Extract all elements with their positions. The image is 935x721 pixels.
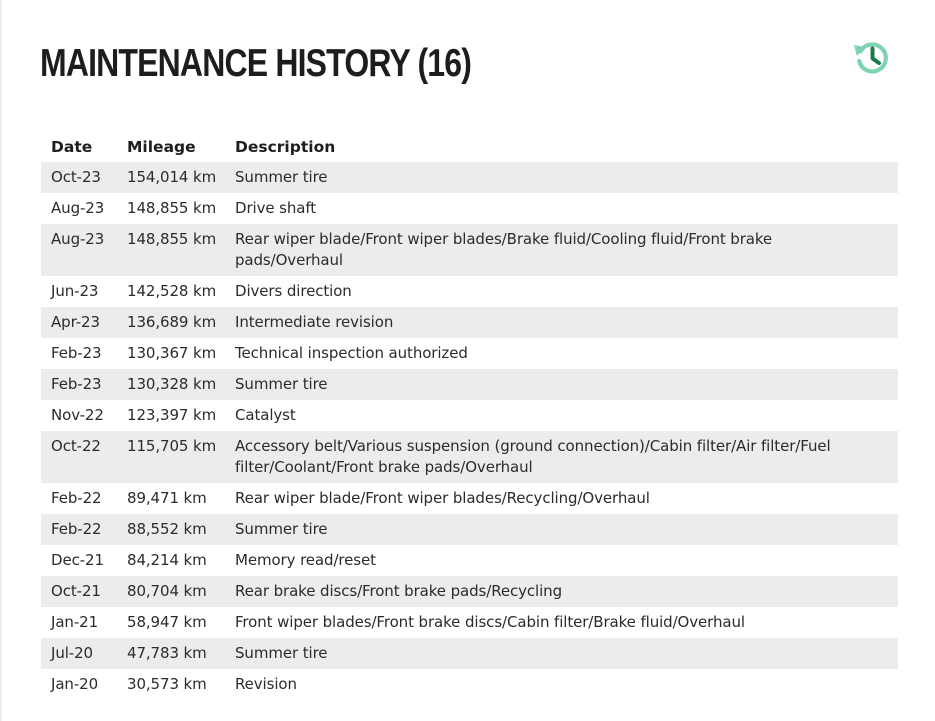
cell-date: Feb-23 bbox=[41, 338, 117, 369]
table-row: Jan-20 30,573 km Revision bbox=[41, 669, 898, 700]
cell-mileage: 148,855 km bbox=[117, 224, 225, 276]
table-row: Aug-23 148,855 km Drive shaft bbox=[41, 193, 898, 224]
cell-date: Feb-22 bbox=[41, 514, 117, 545]
cell-description: Rear wiper blade/Front wiper blades/Brak… bbox=[225, 224, 898, 276]
column-header-mileage: Mileage bbox=[127, 137, 196, 156]
cell-mileage: 30,573 km bbox=[117, 669, 225, 700]
cell-date: Dec-21 bbox=[41, 545, 117, 576]
table-row: Nov-22 123,397 km Catalyst bbox=[41, 400, 898, 431]
table-row: Feb-22 88,552 km Summer tire bbox=[41, 514, 898, 545]
cell-description: Rear wiper blade/Front wiper blades/Recy… bbox=[225, 483, 898, 514]
table-row: Feb-23 130,328 km Summer tire bbox=[41, 369, 898, 400]
cell-date: Feb-22 bbox=[41, 483, 117, 514]
cell-mileage: 84,214 km bbox=[117, 545, 225, 576]
cell-date: Jul-20 bbox=[41, 638, 117, 669]
cell-description: Front wiper blades/Front brake discs/Cab… bbox=[225, 607, 898, 638]
cell-date: Oct-22 bbox=[41, 431, 117, 483]
cell-mileage: 130,328 km bbox=[117, 369, 225, 400]
cell-mileage: 142,528 km bbox=[117, 276, 225, 307]
column-header-description: Description bbox=[235, 137, 336, 156]
table-row: Oct-21 80,704 km Rear brake discs/Front br… bbox=[41, 576, 898, 607]
table-row: Oct-23 154,014 km Summer tire bbox=[41, 162, 898, 193]
cell-mileage: 88,552 km bbox=[117, 514, 225, 545]
table-row: Aug-23 148,855 km Rear wiper blade/Front w… bbox=[41, 224, 898, 276]
table-row: Jul-20 47,783 km Summer tire bbox=[41, 638, 898, 669]
cell-date: Jun-23 bbox=[41, 276, 117, 307]
table-header-row: Date Mileage Description bbox=[41, 131, 898, 162]
maintenance-table: Date Mileage Description Oct-23 154,014 k… bbox=[41, 131, 898, 700]
cell-date: Aug-23 bbox=[41, 224, 117, 276]
cell-mileage: 154,014 km bbox=[117, 162, 225, 193]
cell-description: Summer tire bbox=[225, 514, 898, 545]
cell-mileage: 115,705 km bbox=[117, 431, 225, 483]
table-row: Apr-23 136,689 km Intermediate revision bbox=[41, 307, 898, 338]
left-divider bbox=[0, 0, 2, 721]
cell-description: Summer tire bbox=[225, 369, 898, 400]
cell-description: Rear brake discs/Front brake pads/Recycl… bbox=[225, 576, 898, 607]
cell-description: Drive shaft bbox=[225, 193, 898, 224]
cell-description: Catalyst bbox=[225, 400, 898, 431]
cell-date: Apr-23 bbox=[41, 307, 117, 338]
cell-description: Divers direction bbox=[225, 276, 898, 307]
table-row: Oct-22 115,705 km Accessory belt/Various s… bbox=[41, 431, 898, 483]
cell-description: Intermediate revision bbox=[225, 307, 898, 338]
cell-mileage: 123,397 km bbox=[117, 400, 225, 431]
cell-description: Summer tire bbox=[225, 162, 898, 193]
cell-description: Technical inspection authorized bbox=[225, 338, 898, 369]
table-row: Feb-22 89,471 km Rear wiper blade/Front wi… bbox=[41, 483, 898, 514]
cell-date: Nov-22 bbox=[41, 400, 117, 431]
cell-description: Memory read/reset bbox=[225, 545, 898, 576]
table-row: Feb-23 130,367 km Technical inspection aut… bbox=[41, 338, 898, 369]
cell-mileage: 136,689 km bbox=[117, 307, 225, 338]
cell-mileage: 89,471 km bbox=[117, 483, 225, 514]
cell-date: Oct-23 bbox=[41, 162, 117, 193]
cell-description: Accessory belt/Various suspension (groun… bbox=[225, 431, 898, 483]
history-icon bbox=[850, 35, 894, 79]
column-header-date: Date bbox=[51, 137, 93, 156]
table-row: Jun-23 142,528 km Divers direction bbox=[41, 276, 898, 307]
table-row: Dec-21 84,214 km Memory read/reset bbox=[41, 545, 898, 576]
cell-date: Feb-23 bbox=[41, 369, 117, 400]
cell-description: Summer tire bbox=[225, 638, 898, 669]
history-button[interactable] bbox=[850, 35, 894, 79]
cell-mileage: 148,855 km bbox=[117, 193, 225, 224]
cell-mileage: 47,783 km bbox=[117, 638, 225, 669]
table-row: Jan-21 58,947 km Front wiper blades/Front … bbox=[41, 607, 898, 638]
cell-date: Oct-21 bbox=[41, 576, 117, 607]
cell-mileage: 130,367 km bbox=[117, 338, 225, 369]
table-body: Oct-23 154,014 km Summer tire Aug-23 148,855… bbox=[41, 162, 898, 700]
cell-date: Jan-20 bbox=[41, 669, 117, 700]
cell-mileage: 58,947 km bbox=[117, 607, 225, 638]
cell-description: Revision bbox=[225, 669, 898, 700]
cell-date: Jan-21 bbox=[41, 607, 117, 638]
page-title: MAINTENANCE HISTORY (16) bbox=[40, 42, 472, 85]
cell-date: Aug-23 bbox=[41, 193, 117, 224]
cell-mileage: 80,704 km bbox=[117, 576, 225, 607]
